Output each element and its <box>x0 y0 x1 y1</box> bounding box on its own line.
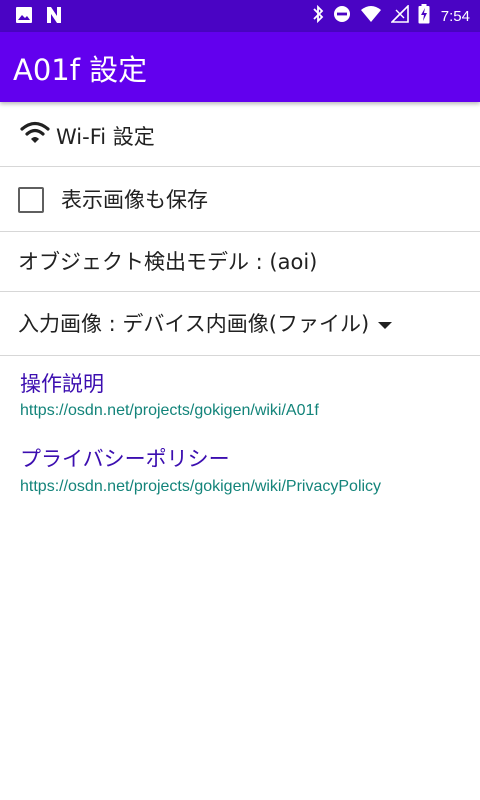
setting-detection-model-label: オブジェクト検出モデル : (aoi) <box>18 250 318 274</box>
setting-wifi[interactable]: Wi-Fi 設定 <box>0 104 480 167</box>
link-privacy-url[interactable]: https://osdn.net/projects/gokigen/wiki/P… <box>20 478 381 496</box>
n-logo-icon <box>45 6 63 28</box>
status-time: 7:54 <box>440 7 470 25</box>
status-right-icons: 7:54 <box>312 4 470 28</box>
status-left-icons <box>15 6 63 28</box>
wifi-icon <box>20 121 50 149</box>
image-icon <box>15 6 33 28</box>
link-manual-title[interactable]: 操作説明 <box>20 368 104 398</box>
bluetooth-icon <box>312 4 324 28</box>
setting-save-image-label: 表示画像も保存 <box>61 188 208 212</box>
dropdown-arrow-icon <box>378 321 393 329</box>
app-bar: A01f 設定 <box>0 32 480 102</box>
setting-input-image-dropdown[interactable]: 入力画像 : デバイス内画像(ファイル) <box>0 292 480 356</box>
link-manual-url[interactable]: https://osdn.net/projects/gokigen/wiki/A… <box>20 402 319 420</box>
cell-signal-icon <box>389 4 409 27</box>
do-not-disturb-icon <box>333 5 351 27</box>
setting-wifi-label: Wi-Fi 設定 <box>56 125 155 149</box>
setting-save-image[interactable]: 表示画像も保存 <box>0 167 480 232</box>
setting-input-image-value: 入力画像 : デバイス内画像(ファイル) <box>18 308 393 338</box>
page-title: A01f 設定 <box>13 53 148 87</box>
setting-detection-model[interactable]: オブジェクト検出モデル : (aoi) <box>0 232 480 292</box>
wifi-signal-icon <box>360 5 382 27</box>
save-image-checkbox[interactable] <box>18 187 44 213</box>
status-bar: 7:54 <box>0 0 480 32</box>
link-privacy-title[interactable]: プライバシーポリシー <box>20 443 230 473</box>
setting-input-image-label: 入力画像 : デバイス内画像(ファイル) <box>18 312 370 336</box>
battery-charging-icon <box>418 4 430 28</box>
